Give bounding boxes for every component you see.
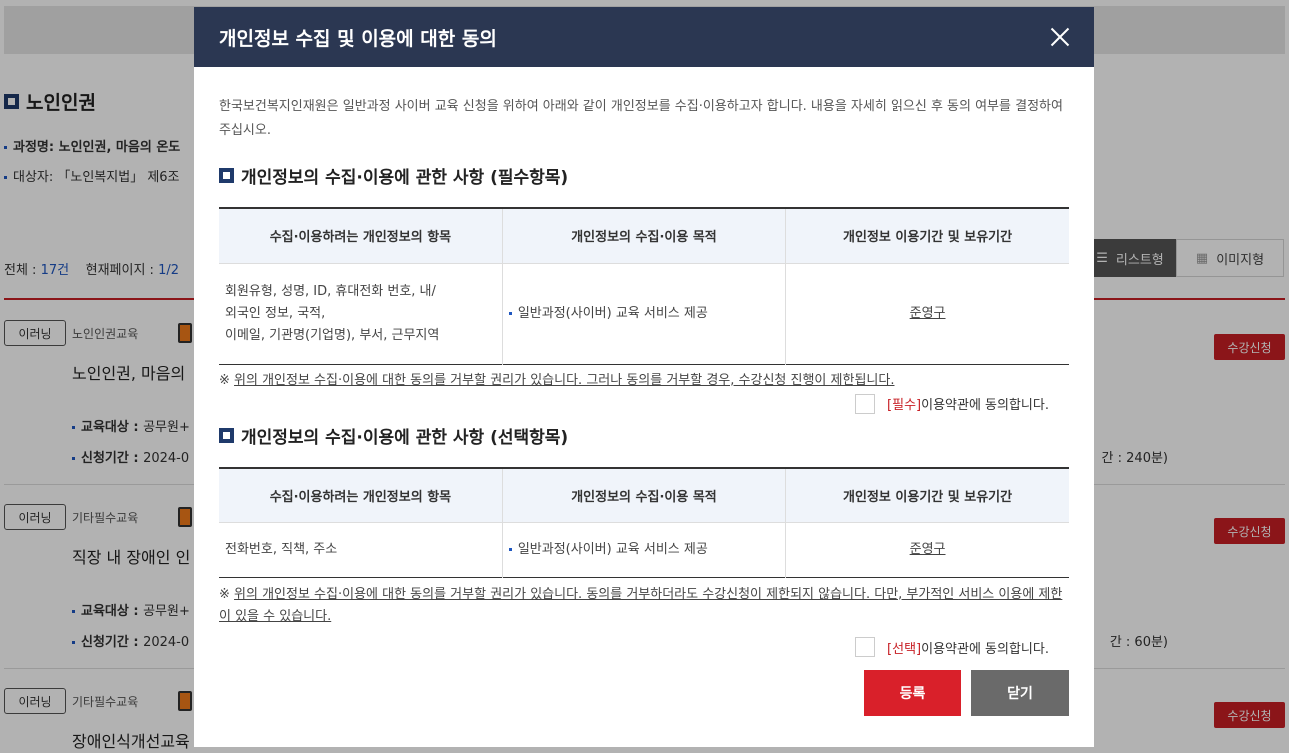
optional-table: 수집·이용하려는 개인정보의 항목 개인정보의 수집·이용 목적 개인정보 이용…: [219, 466, 1069, 578]
required-agree-checkbox[interactable]: [855, 393, 876, 414]
modal-body: 한국보건복지인재원은 일반과정 사이버 교육 신청을 위하여 아래와 같이 개인…: [194, 67, 1094, 657]
collection-purpose: 일반과정(사이버) 교육 서비스 제공: [502, 263, 787, 364]
collected-items: 회원유형, 성명, ID, 휴대전화 번호, 내/ 외국인 정보, 국적, 이메…: [219, 263, 503, 364]
consent-modal: 개인정보 수집 및 이용에 대한 동의 한국보건복지인재원은 일반과정 사이버 …: [194, 7, 1094, 747]
required-notice: ※ 위의 개인정보 수집·이용에 대한 동의를 거부할 권리가 있습니다. 그러…: [219, 372, 895, 388]
close-icon[interactable]: [1050, 27, 1070, 47]
optional-section-title: 개인정보의 수집·이용에 관한 사항 (선택항목): [219, 423, 1069, 448]
table-header: 수집·이용하려는 개인정보의 항목: [219, 467, 503, 523]
table-header: 개인정보의 수집·이용 목적: [502, 467, 787, 523]
optional-agree-checkbox[interactable]: [855, 637, 876, 657]
modal-buttons: 등록 닫기: [864, 670, 1069, 716]
modal-title: 개인정보 수집 및 이용에 대한 동의: [219, 27, 497, 50]
section-square-icon: [219, 168, 234, 183]
collection-purpose: 일반과정(사이버) 교육 서비스 제공: [502, 522, 787, 578]
collected-items: 전화번호, 직책, 주소: [219, 522, 503, 578]
close-button[interactable]: 닫기: [971, 670, 1069, 716]
modal-header: 개인정보 수집 및 이용에 대한 동의: [194, 7, 1094, 67]
submit-button[interactable]: 등록: [864, 670, 961, 716]
intro-text: 한국보건복지인재원은 일반과정 사이버 교육 신청을 위하여 아래와 같이 개인…: [219, 99, 1063, 138]
required-table: 수집·이용하려는 개인정보의 항목 개인정보의 수집·이용 목적 개인정보 이용…: [219, 207, 1069, 365]
retention-period: 준영구: [909, 305, 946, 321]
optional-agree-row: [선택]이용약관에 동의합니다.: [219, 637, 1069, 657]
table-header: 개인정보 이용기간 및 보유기간: [785, 467, 1069, 523]
required-section-title: 개인정보의 수집·이용에 관한 사항 (필수항목): [219, 163, 1069, 188]
table-header: 수집·이용하려는 개인정보의 항목: [219, 208, 503, 264]
section-square-icon: [219, 427, 234, 443]
table-header: 개인정보의 수집·이용 목적: [502, 208, 787, 264]
table-header: 개인정보 이용기간 및 보유기간: [785, 208, 1069, 264]
required-agree-row: [필수]이용약관에 동의합니다.: [219, 393, 1069, 414]
retention-period: 준영구: [909, 542, 946, 557]
optional-notice: ※ 위의 개인정보 수집·이용에 대한 동의를 거부할 권리가 있습니다. 동의…: [219, 587, 1063, 624]
